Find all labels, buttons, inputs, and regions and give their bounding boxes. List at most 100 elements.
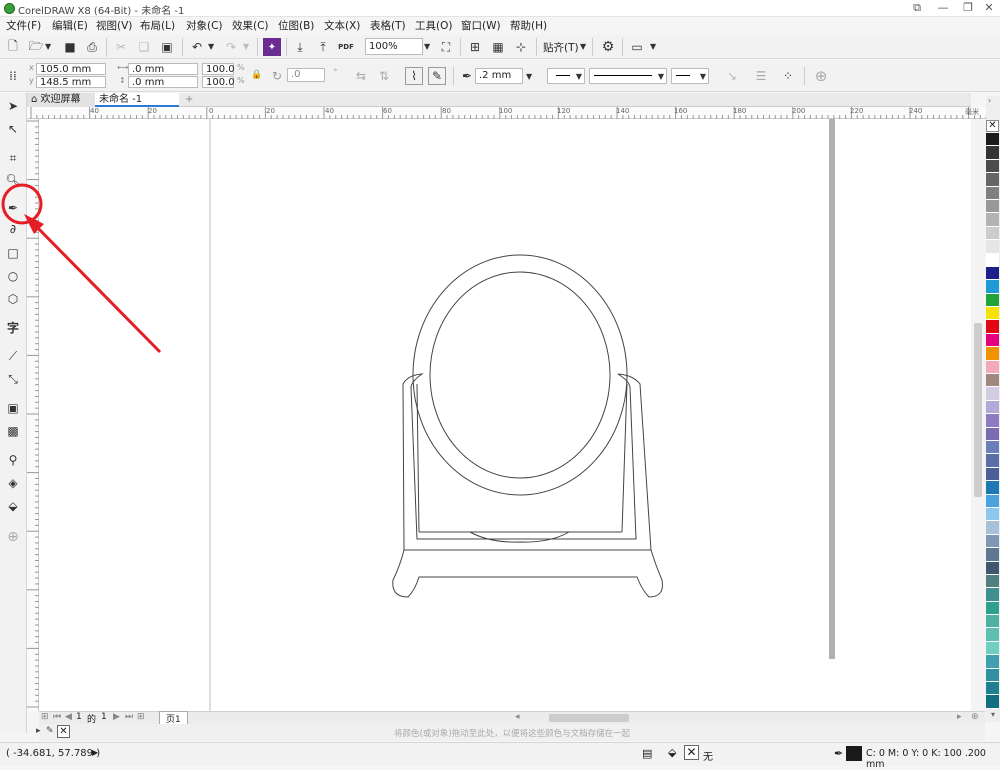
palette-swatch[interactable] [986, 213, 999, 227]
cut-icon[interactable]: ✂ [112, 38, 130, 56]
close-button[interactable]: ✕ [976, 0, 1000, 16]
object-height-field[interactable]: .0 mm [128, 76, 198, 88]
show-rulers-icon[interactable]: ⊞ [466, 38, 484, 56]
menu-window[interactable]: 窗口(W) [461, 18, 501, 33]
palette-swatch[interactable] [986, 641, 999, 656]
last-page-icon[interactable]: ⏭ [125, 712, 133, 722]
drawing-canvas[interactable] [39, 119, 985, 711]
application-launcher-icon[interactable]: ▭ [628, 38, 646, 56]
palette-swatch[interactable] [986, 615, 999, 629]
crop-tool-icon[interactable]: ⌗ [4, 149, 22, 167]
mirror-horizontal-icon[interactable]: ⇆ [352, 67, 370, 85]
publish-pdf-icon[interactable]: PDF [337, 38, 355, 56]
scale-x-field[interactable]: 100.0 [202, 63, 235, 75]
open-dropdown-icon[interactable]: ▼ [45, 42, 51, 51]
mirror-outer-frame[interactable] [412, 254, 628, 496]
color-proofing-icon[interactable]: ▤ [642, 747, 652, 760]
frame-bottom-curve[interactable] [469, 531, 570, 543]
stand-left-inner[interactable] [416, 383, 420, 533]
print-icon[interactable]: ⎙ [83, 38, 101, 56]
palette-scroll-down-icon[interactable]: ▾ [986, 710, 1000, 722]
palette-swatch[interactable] [986, 414, 999, 428]
outline-width-dropdown-icon[interactable]: ▼ [526, 72, 532, 81]
palette-swatch[interactable] [986, 253, 999, 267]
transparency-tool-icon[interactable]: ▩ [4, 422, 22, 440]
palette-swatch[interactable] [986, 347, 999, 361]
menu-tools[interactable]: 工具(O) [415, 18, 452, 33]
scrollbar-thumb[interactable] [974, 323, 982, 497]
object-width-field[interactable]: .0 mm [128, 63, 198, 75]
show-grid-icon[interactable]: ▦ [489, 38, 507, 56]
tab-welcome-screen[interactable]: ⌂ 欢迎屏幕 [27, 93, 95, 107]
palette-swatch[interactable] [986, 454, 999, 468]
palette-swatch[interactable] [986, 561, 999, 575]
redo-icon[interactable]: ↷ [222, 38, 240, 56]
hscroll-left-icon[interactable]: ◂ [515, 712, 520, 722]
start-arrowhead-select[interactable]: ▼ [547, 68, 585, 84]
menu-text[interactable]: 文本(X) [324, 18, 360, 33]
status-expand-icon[interactable]: ▶ [92, 748, 98, 757]
palette-swatch[interactable] [986, 266, 999, 281]
palette-swatch[interactable] [986, 521, 999, 535]
palette-swatch[interactable] [986, 320, 999, 334]
palette-swatch[interactable] [986, 173, 999, 187]
no-fill-swatch[interactable]: ✕ [57, 725, 70, 738]
copy-icon[interactable]: ❏ [135, 38, 153, 56]
add-page-after-icon[interactable]: ⊞ [137, 712, 145, 722]
rotation-angle-field[interactable]: .0 [287, 68, 325, 82]
drop-shadow-tool-icon[interactable]: ▣ [4, 399, 22, 417]
menu-table[interactable]: 表格(T) [370, 18, 406, 33]
line-style-select[interactable]: ▼ [589, 68, 667, 84]
outline-color-swatch[interactable] [846, 746, 862, 761]
lock-ratio-icon[interactable]: 🔒 [251, 70, 262, 80]
connector-tool-icon[interactable]: ⤡ [4, 370, 22, 388]
pick-tool-icon[interactable]: ➤ [4, 97, 22, 115]
minimize-button[interactable]: — [930, 0, 956, 16]
search-content-icon[interactable]: ✦ [263, 38, 281, 56]
menu-object[interactable]: 对象(C) [186, 18, 223, 33]
shape-tool-icon[interactable]: ↖ [4, 120, 22, 138]
add-page-before-icon[interactable]: ⊞ [41, 712, 49, 722]
auto-close-curve-icon[interactable]: ⌇ [405, 67, 423, 85]
y-position-field[interactable]: 148.5 mm [36, 76, 106, 88]
fill-none-swatch[interactable]: ✕ [684, 745, 699, 760]
previous-page-icon[interactable]: ◀ [65, 712, 72, 722]
scale-y-field[interactable]: 100.0 [202, 76, 235, 88]
new-tab-icon[interactable]: + [181, 93, 195, 107]
mirror-vertical-icon[interactable]: ⇅ [375, 67, 393, 85]
palette-swatch[interactable] [986, 574, 999, 589]
outline-width-field[interactable]: .2 mm [475, 68, 523, 84]
palette-swatch[interactable] [986, 333, 999, 348]
horizontal-ruler[interactable]: 40 20 0 20 40 60 80 100 120 140 160 180 … [27, 107, 987, 119]
palette-swatch[interactable] [986, 427, 999, 441]
menu-bitmaps[interactable]: 位图(B) [278, 18, 314, 33]
drawing-surface[interactable] [39, 119, 985, 711]
palette-swatch[interactable] [986, 481, 999, 495]
palette-swatch[interactable] [986, 400, 999, 415]
open-folder-icon[interactable]: 🗁 [27, 38, 45, 56]
menu-edit[interactable]: 编辑(E) [52, 18, 88, 33]
palette-swatch[interactable] [986, 226, 999, 241]
palette-swatch[interactable] [986, 695, 999, 709]
palette-swatch[interactable] [986, 601, 999, 616]
palette-swatch[interactable] [986, 240, 999, 254]
palette-swatch[interactable] [986, 534, 999, 549]
wrap-text-icon[interactable]: ☰ [752, 67, 770, 85]
hscroll-right-icon[interactable]: ▸ [957, 712, 962, 722]
mirror-drawing[interactable] [392, 254, 663, 598]
no-color-swatch[interactable]: ✕ [986, 120, 999, 132]
palette-swatch[interactable] [986, 588, 999, 602]
palette-swatch[interactable] [986, 146, 999, 160]
palette-swatch[interactable] [986, 440, 999, 455]
palette-swatch[interactable] [986, 682, 999, 696]
snap-curves-icon[interactable]: ✎ [428, 67, 446, 85]
menu-view[interactable]: 视图(V) [96, 18, 132, 33]
paste-icon[interactable]: ▣ [158, 38, 176, 56]
palette-swatch[interactable] [986, 374, 999, 388]
palette-swatch[interactable] [986, 199, 999, 214]
zoom-level-field[interactable]: 100% [365, 38, 423, 55]
close-curve-icon[interactable]: ↘ [723, 67, 741, 85]
palette-swatch[interactable] [986, 159, 999, 174]
snap-to-menu[interactable]: 贴齐(T) [543, 40, 579, 55]
add-tool-icon[interactable]: ⊕ [4, 528, 22, 546]
